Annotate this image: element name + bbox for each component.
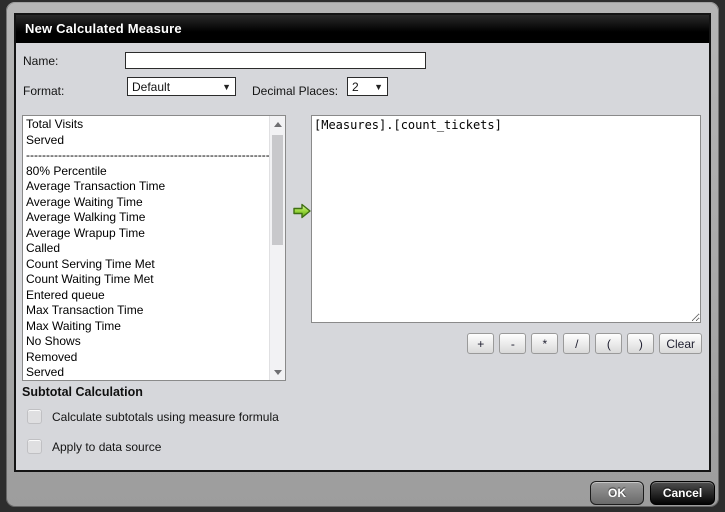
cancel-button[interactable]: Cancel bbox=[650, 481, 715, 505]
subtotal-calculation-heading: Subtotal Calculation bbox=[22, 385, 143, 399]
list-item[interactable]: Average Transaction Time bbox=[23, 179, 270, 195]
operator-button[interactable]: ( bbox=[595, 333, 622, 354]
decimal-places-value: 2 bbox=[352, 80, 359, 94]
apply-data-source-checkbox-label: Apply to data source bbox=[52, 440, 161, 454]
operator-button[interactable]: Clear bbox=[659, 333, 702, 354]
ok-button[interactable]: OK bbox=[590, 481, 644, 505]
apply-data-source-checkbox[interactable] bbox=[27, 439, 42, 454]
list-item[interactable]: Max Transaction Time bbox=[23, 303, 270, 319]
arrow-down-icon bbox=[274, 370, 282, 375]
screen: New Calculated Measure Name: Format: Def… bbox=[0, 0, 725, 512]
list-item[interactable]: Served bbox=[23, 365, 270, 380]
subtotal-formula-checkbox[interactable] bbox=[27, 409, 42, 424]
operator-button[interactable]: + bbox=[467, 333, 494, 354]
list-item[interactable]: Served bbox=[23, 133, 270, 149]
scroll-down-button[interactable] bbox=[270, 364, 285, 380]
chevron-down-icon: ▼ bbox=[374, 82, 383, 92]
operator-button[interactable]: - bbox=[499, 333, 526, 354]
green-arrow-right-icon bbox=[292, 202, 312, 220]
list-item[interactable]: Average Waiting Time bbox=[23, 195, 270, 211]
list-item[interactable]: Total Visits bbox=[23, 117, 270, 133]
decimal-places-label: Decimal Places: bbox=[252, 84, 338, 98]
dialog-frame: New Calculated Measure Name: Format: Def… bbox=[6, 2, 719, 507]
list-scrollbar[interactable] bbox=[269, 116, 285, 380]
list-item[interactable]: Removed bbox=[23, 350, 270, 366]
list-item[interactable]: ----------------------------------------… bbox=[23, 148, 270, 164]
dialog-title: New Calculated Measure bbox=[25, 21, 182, 36]
list-item[interactable]: Called bbox=[23, 241, 270, 257]
list-item[interactable]: Entered queue bbox=[23, 288, 270, 304]
scrollbar-thumb[interactable] bbox=[272, 135, 283, 245]
measures-list: Total VisitsServed----------------------… bbox=[23, 117, 270, 380]
format-select[interactable]: Default ▼ bbox=[127, 77, 236, 96]
name-label: Name: bbox=[23, 54, 58, 68]
list-item[interactable]: Count Serving Time Met bbox=[23, 257, 270, 273]
dialog-titlebar[interactable]: New Calculated Measure bbox=[16, 15, 709, 43]
list-item[interactable]: Max Waiting Time bbox=[23, 319, 270, 335]
name-input[interactable] bbox=[125, 52, 426, 69]
apply-data-source-checkbox-row: Apply to data source bbox=[27, 439, 161, 454]
operator-button[interactable]: * bbox=[531, 333, 558, 354]
list-item[interactable]: 80% Percentile bbox=[23, 164, 270, 180]
scroll-up-button[interactable] bbox=[270, 116, 285, 132]
operator-button[interactable]: / bbox=[563, 333, 590, 354]
subtotal-formula-checkbox-label: Calculate subtotals using measure formul… bbox=[52, 410, 279, 424]
operator-button[interactable]: ) bbox=[627, 333, 654, 354]
format-label: Format: bbox=[23, 84, 64, 98]
measures-listbox: Total VisitsServed----------------------… bbox=[22, 115, 286, 381]
list-item[interactable]: Count Waiting Time Met bbox=[23, 272, 270, 288]
decimal-places-select[interactable]: 2 ▼ bbox=[347, 77, 388, 96]
list-item[interactable]: No Shows bbox=[23, 334, 270, 350]
list-item[interactable]: Average Walking Time bbox=[23, 210, 270, 226]
arrow-up-icon bbox=[274, 122, 282, 127]
chevron-down-icon: ▼ bbox=[222, 82, 231, 92]
subtotal-formula-checkbox-row: Calculate subtotals using measure formul… bbox=[27, 409, 279, 424]
list-item[interactable]: Average Wrapup Time bbox=[23, 226, 270, 242]
format-select-value: Default bbox=[132, 80, 170, 94]
operator-button-row: +-*/()Clear bbox=[467, 333, 702, 354]
add-measure-arrow-button[interactable] bbox=[292, 202, 312, 220]
formula-textarea[interactable]: [Measures].[count_tickets] bbox=[311, 115, 701, 323]
new-calculated-measure-dialog: New Calculated Measure Name: Format: Def… bbox=[14, 13, 711, 472]
dialog-content: Name: Format: Default ▼ Decimal Places: … bbox=[16, 43, 709, 468]
